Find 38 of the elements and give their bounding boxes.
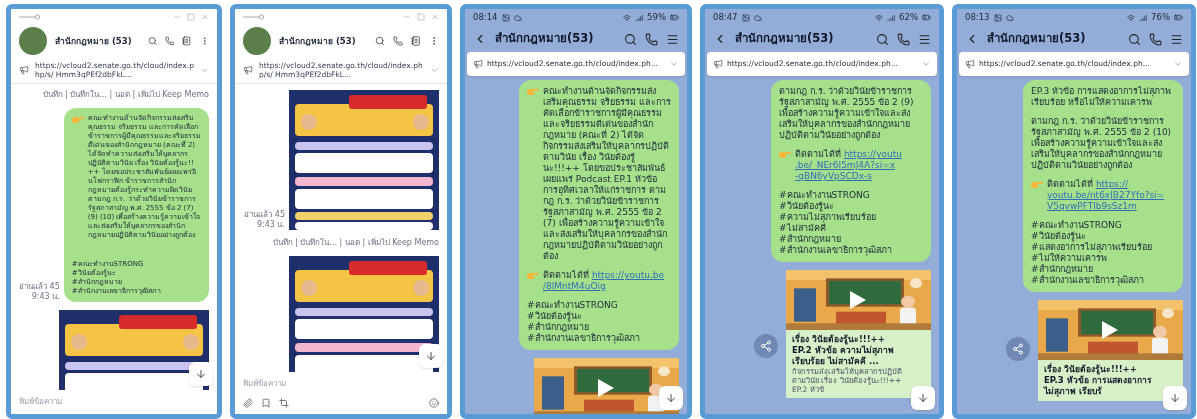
message-text: #คณะทำงานSTRONG #วินัยต้องรู้นะ #สำนักกฎหมาย #สำนักงานเลขาธิการวุฒิสภา [527,300,641,344]
link[interactable]: /8lMntM4uOig [543,281,606,291]
chat-title: สำนักกฎหมาย(53) [987,30,1086,48]
chat-title: สำนักกฎหมาย (53) [279,34,356,48]
message-text: ติดตามได้ที่ https:// youtu.be/nt6xJB27Yfo?si= V5qvwPFTlb9sSz1m [1047,179,1166,212]
chat-title: สำนักกฎหมาย(53) [495,30,594,48]
message-actions[interactable]: บันทึก | บันทึกใน... | นอต | เพิ่มไป Keep Memo [42,90,209,100]
card-title: เรื่อง วินัยต้องรู้นะ!!!++ EP.2 หัวข้อ ความไม่สุภาพเรียบร้อย ไม่สามัคคี ... [792,334,895,367]
status-time: 08:14 [473,11,498,24]
status-time: 08:13 [965,11,990,24]
battery-level: 59% [647,11,666,24]
link-card[interactable]: เรื่อง วินัยต้องรู้นะ!!!++ EP.3 หัวข้อ การแสดงอาการไม่สุภาพ เรียบร้ [1038,360,1183,401]
message-text: #คณะทำงานSTRONG #วินัยต้องรู้นะ #ความไม่สุภาพเรียบร้อย #ไม่สามัคคี #สำนักกฎหมาย #สำนักงานเลขาธิการวุฒิสภา [779,190,893,256]
message-text: ติดตามได้ที่ https://youtu .be/_NEr6I5mJ4A?si=x -qBN6yVpSCDx-s [795,149,903,182]
status-time: 08:47 [713,11,738,24]
message-text: #คณะทำงานSTRONG #วินัยต้องรู้นะ #แสดงอาการไม่สุภาพเรียบร้อย #ไม่ให้ความเคารพ #สำนักกฎหมาย #สำนักงานเลขาธิการวุฒิสภา [1031,220,1153,286]
chat-title: สำนักกฎหมาย (53) [55,34,132,48]
card-title: เรื่อง วินัยต้องรู้นะ!!!++ EP.3 หัวข้อ การแสดงอาการไม่สุภาพ เรียบร้ [1044,364,1153,397]
chat-title: สำนักกฎหมาย(53) [735,30,834,48]
message-text: ติดตามได้ที่ https://youtu.be /8lMntM4uOig [543,270,665,292]
link[interactable]: youtu.be/nt6xJB27Yfo?si= [1047,190,1165,200]
battery-level: 76% [1151,11,1170,24]
message-text: ตามกฎ ก.ร. ว่าด้วยวินัยข้าราชการรัฐสภาสามัญ พ.ศ. 2555 ข้อ 2 (9) เพื่อสร้างความรู้ความเข้าใจและส่งเสริมให้บุคลากรของสำนักกฎหมายปฏิบัติตามวินัยอย่างถูกต้อง [779,86,915,141]
link[interactable]: V5qvwPFTlb9sSz1m [1047,201,1137,211]
link[interactable]: -qBN6yVpSCDx-s [795,171,872,181]
message-time: 9:43 น. [31,292,60,302]
link[interactable]: .be/_NEr6I5mJ4A?si=x [795,160,895,170]
message-actions[interactable]: บันทึก | บันทึกใน... | นอต | เพิ่มไป Keep Memo [272,238,439,248]
message-text: คณะทำงานด้านจัดกิจกรรมส่งเสริมคุณธรรม จริยธรรม และการคัดเลือกข้าราชการผู้มีคุณธรรมและจริยธรรมดีเด่นของสำนักกฎหมาย (คณะที่ 2) ได้จัดกิจกรรมส่งเสริมให้บุคลากรปฏิบัติตามวินัย เรื่อง วินัยต้องรู้นะ!!!++ โดยขอประชาสัมพันธ์เผยแพร่ Podcast EP.1 หัวข้อ การอุทิศเวลาให้แก่ราชการ ตามกฎ ก.ร. ว่าด้วยวินัยข้าราชการรัฐสภาสามัญ พ.ศ. 2555 ข้อ 2 (7) เพื่อสร้างความรู้ความเข้าใจและส่งเสริมให้บุคลากรของสำนักกฎหมายปฏิบัติตามวินัยอย่างถูกต้อง [543,86,671,262]
link[interactable]: https://youtu.be [591,270,664,280]
battery-level: 62% [899,11,918,24]
message-text: ตามกฎ ก.ร. ว่าด้วยวินัยข้าราชการรัฐสภาสามัญ พ.ศ. 2555 ข้อ 2 (10) เพื่อสร้างความรู้ความเข้าใจและส่งเสริมให้บุคลากรของสำนักกฎหมายปฏิบัติตามวินัยอย่างถูกต้อง [1031,116,1173,171]
message-text: EP.3 หัวข้อ การแสดงอาการไม่สุภาพเรียบร้อย หรือไม่ให้ความเคารพ [1031,86,1173,108]
link[interactable]: https:// [1095,179,1129,189]
message-time: 9:43 น. [256,220,285,230]
read-receipt: อ่านแล้ว 45 [19,282,60,292]
link[interactable]: https://youtu [843,149,902,159]
read-receipt: อ่านแล้ว 45 [244,210,285,220]
